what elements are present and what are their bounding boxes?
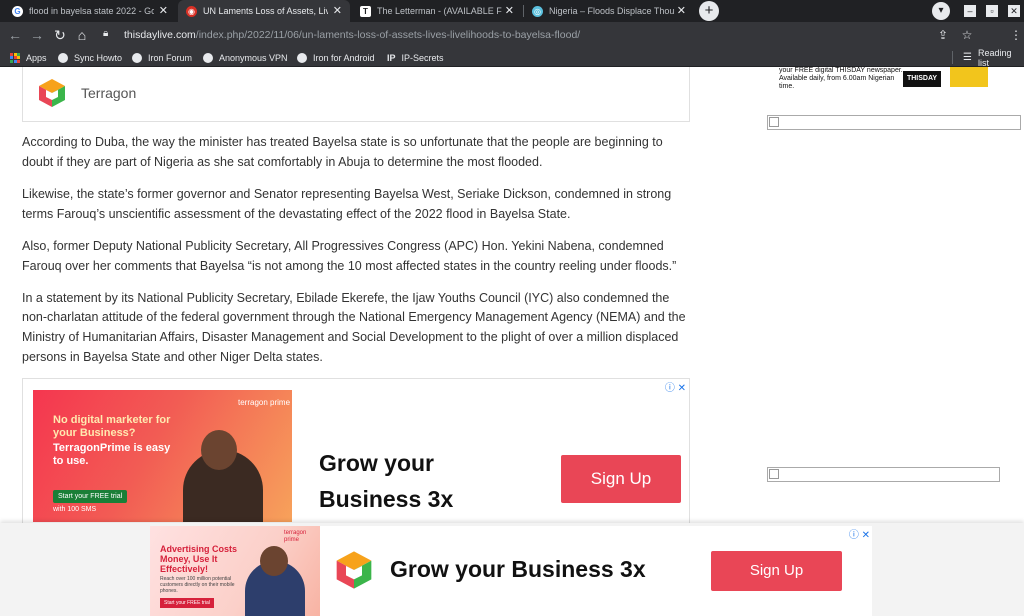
- article-paragraph: In a statement by its National Publicity…: [22, 290, 686, 364]
- tab-title: Nigeria – Floods Displace Thous: [549, 6, 674, 16]
- tab-title: The Letterman - (AVAILABLE FRO: [377, 6, 502, 16]
- tab-title: UN Laments Loss of Assets, Lives,: [203, 6, 328, 16]
- person-head: [260, 546, 288, 576]
- close-tab-icon[interactable]: ✕: [159, 4, 168, 17]
- minimize-icon[interactable]: –: [964, 5, 976, 17]
- url-host: thisdaylive.com: [124, 29, 196, 41]
- new-tab-button[interactable]: +: [699, 1, 719, 21]
- sign-up-button[interactable]: Sign Up: [561, 455, 681, 503]
- sidebar-promo-text: your FREE digital THISDAY newspaper. Ava…: [779, 67, 903, 90]
- reliefweb-icon: ◎: [532, 5, 543, 17]
- tab-strip: G flood in bayelsa state 2022 - Goo ✕ ◉ …: [0, 0, 1024, 22]
- anchor-image-trial-badge: Start your FREE trial: [160, 598, 214, 608]
- address-bar[interactable]: 🔒︎ thisdaylive.com/index.php/2022/11/06/…: [96, 25, 926, 45]
- bookmark-label: Iron for Android: [313, 52, 375, 63]
- reading-list-button[interactable]: ☰ Reading list: [963, 47, 1024, 68]
- broken-image-icon: [769, 469, 779, 479]
- bookmarks-separator: [952, 51, 953, 64]
- terragon-logo-icon: [39, 79, 65, 107]
- tab-search-icon[interactable]: ▾: [932, 2, 950, 20]
- globe-icon: [132, 52, 142, 63]
- close-window-icon[interactable]: ✕: [1008, 5, 1020, 17]
- anchor-ad-headline: Grow your Business 3x: [390, 556, 646, 582]
- maximize-icon[interactable]: ▫: [986, 5, 998, 17]
- ad-headline-line1: Grow your: [319, 450, 435, 476]
- anchor-image-headline: Advertising Costs Money, Use It Effectiv…: [160, 544, 238, 574]
- reload-icon[interactable]: ↻: [50, 25, 70, 45]
- reading-list-icon: ☰: [963, 52, 972, 63]
- terragon-logo-icon: [336, 551, 372, 589]
- bookmark-star-icon[interactable]: ☆: [957, 25, 977, 45]
- ad-image-subhead: TerragonPrime is easy to use.: [53, 442, 171, 467]
- broken-image-icon: [769, 117, 779, 127]
- url-path: /index.php/2022/11/06/un-laments-loss-of…: [195, 29, 581, 41]
- terragon-sponsor-box[interactable]: Terragon: [22, 67, 690, 122]
- back-icon[interactable]: ←: [5, 25, 25, 45]
- browser-toolbar: ← → ↻ ⌂ 🔒︎ thisdaylive.com/index.php/202…: [0, 22, 1024, 64]
- lock-icon[interactable]: 🔒︎: [103, 28, 108, 39]
- letterman-icon: T: [360, 5, 371, 17]
- reading-list-label: Reading list: [977, 47, 1012, 68]
- bookmark-iron-for-android[interactable]: Iron for Android: [297, 48, 375, 67]
- tab-google-search[interactable]: G flood in bayelsa state 2022 - Goo ✕: [4, 0, 176, 22]
- anchor-image-small: Reach over 100 million potential custome…: [160, 576, 235, 594]
- tab-title: flood in bayelsa state 2022 - Goo: [29, 6, 154, 16]
- bookmark-sync-howto[interactable]: Sync Howto: [58, 48, 122, 67]
- share-icon[interactable]: ⇪: [933, 25, 953, 45]
- menu-icon[interactable]: ⋮: [1006, 25, 1024, 45]
- bookmark-label: Apps: [26, 52, 47, 63]
- anchor-ad-image[interactable]: terragon prime Advertising Costs Money, …: [150, 526, 320, 616]
- tab-thisday-article[interactable]: ◉ UN Laments Loss of Assets, Lives, ✕: [178, 0, 350, 22]
- anchor-ad-banner[interactable]: terragon prime Advertising Costs Money, …: [150, 526, 872, 616]
- bookmarks-bar: Apps Sync Howto Iron Forum Anonymous VPN…: [0, 47, 1024, 68]
- bookmark-anonymous-vpn[interactable]: Anonymous VPN: [203, 48, 288, 67]
- close-tab-icon[interactable]: ✕: [505, 4, 514, 17]
- close-tab-icon[interactable]: ✕: [677, 4, 686, 17]
- article-paragraph: Also, former Deputy National Publicity S…: [22, 238, 677, 273]
- tab-nigeria-floods[interactable]: ◎ Nigeria – Floods Displace Thous ✕: [524, 0, 694, 22]
- forward-icon[interactable]: →: [27, 25, 47, 45]
- ad-image[interactable]: terragon prime No digital marketer for y…: [33, 390, 292, 522]
- ad-image-sms-text: with 100 SMS: [53, 506, 97, 513]
- url-text: thisdaylive.com/index.php/2022/11/06/un-…: [124, 29, 580, 41]
- person-head: [201, 430, 237, 470]
- apps-grid-icon: [10, 52, 20, 63]
- anchor-ad: terragon prime Advertising Costs Money, …: [0, 523, 1024, 616]
- ad-image-headline: No digital marketer for your Business?: [53, 414, 171, 439]
- sidebar-promo-image: [950, 67, 988, 87]
- sidebar-ad-placeholder[interactable]: [767, 467, 1000, 482]
- bookmark-label: IP-Secrets: [401, 52, 444, 63]
- globe-icon: [203, 52, 213, 63]
- bookmark-label: Anonymous VPN: [219, 52, 288, 63]
- thisday-icon: ◉: [186, 5, 197, 17]
- home-icon[interactable]: ⌂: [72, 25, 92, 45]
- globe-icon: [297, 52, 307, 63]
- close-tab-icon[interactable]: ✕: [333, 4, 342, 17]
- sidebar-ad-placeholder[interactable]: [767, 115, 1021, 130]
- ad-image-brand: terragon prime: [238, 398, 291, 407]
- sidebar-thisday-logo: THISDAY: [903, 71, 941, 87]
- tab-letterman[interactable]: T The Letterman - (AVAILABLE FRO ✕: [352, 0, 522, 22]
- article-body: According to Duba, the way the minister …: [22, 133, 690, 380]
- google-icon: G: [12, 5, 23, 17]
- anchor-sign-up-button[interactable]: Sign Up: [711, 551, 842, 591]
- ad-headline: Grow your Business 3x: [319, 445, 453, 517]
- terragon-name: Terragon: [81, 85, 137, 101]
- ad-choices-icon[interactable]: ⓘ ✕: [665, 379, 686, 394]
- inline-ad[interactable]: terragon prime No digital marketer for y…: [22, 378, 690, 528]
- article-paragraph: According to Duba, the way the minister …: [22, 135, 663, 169]
- bookmark-iron-forum[interactable]: Iron Forum: [132, 48, 192, 67]
- article-paragraph: Likewise, the state’s former governor an…: [22, 186, 672, 221]
- bookmark-apps[interactable]: Apps: [10, 48, 47, 67]
- anchor-image-brand: terragon prime: [284, 530, 307, 543]
- ip-icon: IP: [387, 52, 396, 63]
- ad-headline-line2: Business 3x: [319, 486, 454, 512]
- bookmark-label: Iron Forum: [148, 52, 193, 63]
- bookmark-ip-secrets[interactable]: IP IP-Secrets: [387, 48, 444, 67]
- ad-image-trial-badge: Start your FREE trial: [53, 490, 128, 503]
- ad-choices-icon[interactable]: ⓘ ✕: [849, 526, 870, 541]
- window-controls: – ▫ ✕: [954, 0, 1020, 22]
- bookmark-label: Sync Howto: [74, 52, 123, 63]
- globe-icon: [58, 52, 68, 63]
